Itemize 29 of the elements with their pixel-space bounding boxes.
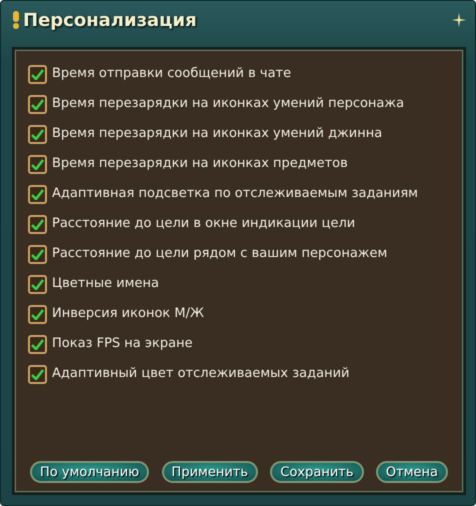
- checkbox[interactable]: [28, 244, 47, 264]
- dialog-button[interactable]: По умолчанию: [30, 461, 150, 483]
- checkbox[interactable]: [28, 154, 47, 174]
- option-label: Расстояние до цели рядом с вашим персонажем: [52, 245, 388, 263]
- checkbox[interactable]: [28, 214, 47, 234]
- option-label: Адаптивный цвет отслеживаемых заданий: [52, 365, 350, 383]
- checkbox[interactable]: [28, 124, 47, 144]
- checkbox[interactable]: [28, 274, 47, 294]
- exclamation-icon: [12, 11, 20, 29]
- option-label: Время перезарядки на иконках умений персонажа: [52, 95, 404, 113]
- checkbox[interactable]: [28, 364, 47, 384]
- option-label: Время отправки сообщений в чате: [52, 65, 292, 83]
- sparkle-icon: [452, 13, 466, 27]
- checkbox[interactable]: [28, 64, 47, 84]
- dialog-button[interactable]: Применить: [162, 461, 258, 483]
- dialog-button[interactable]: Сохранить: [270, 461, 364, 483]
- option-label: Адаптивная подсветка по отслеживаемым заданиям: [52, 185, 418, 203]
- checkbox[interactable]: [28, 94, 47, 114]
- option-label: Показ FPS на экране: [52, 335, 193, 353]
- window-title: Персонализация: [23, 8, 197, 32]
- checkbox[interactable]: [28, 304, 47, 324]
- checkbox[interactable]: [28, 184, 47, 204]
- option-label: Расстояние до цели в окне индикации цели: [52, 215, 356, 233]
- option-label: Инверсия иконок М/Ж: [52, 305, 204, 323]
- checkbox[interactable]: [28, 334, 47, 354]
- option-label: Цветные имена: [52, 275, 159, 293]
- option-label: Время перезарядки на иконках умений джинна: [52, 125, 382, 143]
- dialog-button[interactable]: Отмена: [376, 461, 448, 483]
- option-label: Время перезарядки на иконках предметов: [52, 155, 348, 173]
